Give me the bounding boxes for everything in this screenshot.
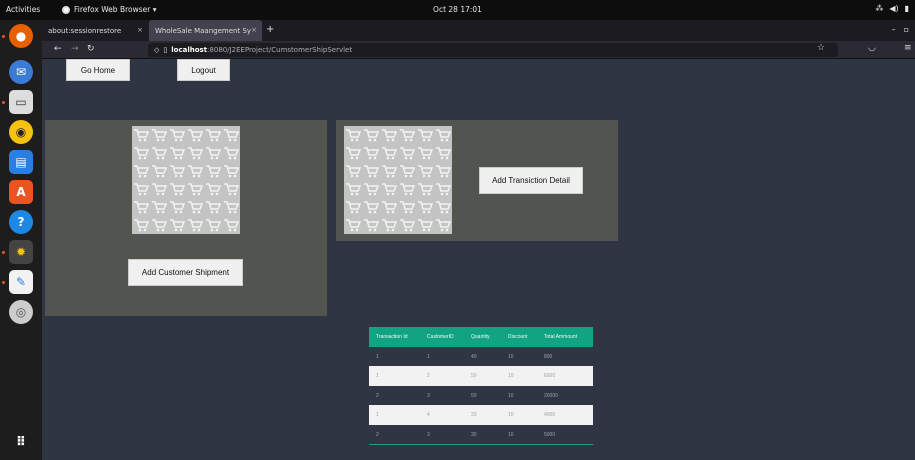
text-editor-icon[interactable]: ✎ bbox=[9, 270, 33, 294]
reload-icon[interactable]: ↻ bbox=[87, 44, 95, 54]
tab-bar: about:sessionrestore × WholeSale Maangem… bbox=[42, 20, 915, 41]
close-tab-icon[interactable]: × bbox=[251, 26, 257, 34]
header-cell: Quantity bbox=[471, 334, 490, 340]
header-cell: Total Ammount bbox=[544, 334, 578, 340]
table-row: 2 3 50 10 20000 bbox=[369, 385, 593, 405]
running-indicator bbox=[2, 101, 5, 104]
tab-label: WholeSale Maangement Sy bbox=[155, 26, 252, 35]
system-tray[interactable]: ⁂ ◀) ▮ bbox=[875, 4, 909, 13]
shopping-cart-pattern bbox=[344, 126, 452, 234]
table-cell: 10 bbox=[508, 431, 514, 438]
new-tab-icon[interactable]: + bbox=[266, 24, 274, 35]
shopping-pattern-image bbox=[344, 126, 452, 234]
shopping-cart-pattern bbox=[132, 126, 240, 234]
transaction-table: Transaction Id CustomerID Quantity Disco… bbox=[369, 327, 593, 445]
table-cell: 50 bbox=[471, 392, 477, 399]
bookmark-star-icon[interactable]: ☆ bbox=[817, 43, 825, 53]
table-cell: 1 bbox=[427, 353, 430, 360]
table-cell: 2 bbox=[376, 392, 379, 399]
shopping-pattern-image bbox=[132, 126, 240, 234]
table-cell: 10 bbox=[508, 353, 514, 360]
window-controls: – ▫ bbox=[892, 25, 909, 34]
table-cell: 10 bbox=[508, 412, 514, 418]
table-cell: 5000 bbox=[544, 431, 556, 438]
shipment-panel: Add Customer Shipment bbox=[45, 120, 327, 316]
table-cell: 1 bbox=[376, 353, 379, 360]
add-transaction-detail-button[interactable]: Add Transiction Detail bbox=[479, 167, 583, 194]
url-path: :8080/J2EEProject/CumstomerShipServlet bbox=[207, 46, 353, 54]
navigation-bar: ← → ↻ ◇ ▯ localhost:8080/J2EEProject/Cum… bbox=[42, 41, 915, 59]
maximize-icon[interactable]: ▫ bbox=[904, 25, 909, 34]
url-host: localhost bbox=[171, 46, 208, 54]
dock: ● ✉ ▭ ◉ ▤ A ? ✹ ✎ ◎ ⠿ bbox=[0, 20, 42, 460]
volume-icon: ◀) bbox=[889, 4, 899, 13]
tab-session-restore[interactable]: about:sessionrestore × bbox=[42, 20, 148, 41]
tab-wholesale[interactable]: WholeSale Maangement Sy × bbox=[149, 20, 262, 41]
network-icon: ⁂ bbox=[875, 4, 884, 13]
tab-label: about:sessionrestore bbox=[48, 26, 122, 35]
table-header-row: Transaction Id CustomerID Quantity Disco… bbox=[369, 327, 593, 347]
writer-icon[interactable]: ▤ bbox=[9, 150, 33, 174]
logout-button[interactable]: Logout bbox=[177, 59, 230, 81]
running-indicator bbox=[2, 281, 5, 284]
shield-icon: ◇ bbox=[154, 46, 160, 54]
close-tab-icon[interactable]: × bbox=[137, 26, 143, 34]
header-cell: Transaction Id bbox=[376, 334, 408, 340]
back-icon[interactable]: ← bbox=[54, 44, 62, 54]
table-row: 1 2 50 10 6000 bbox=[369, 366, 593, 386]
header-cell: Discount bbox=[508, 334, 528, 340]
table-cell: 3 bbox=[427, 431, 430, 438]
table-cell: 4 bbox=[427, 412, 430, 418]
table-cell: 4000 bbox=[544, 412, 556, 418]
show-apps-icon[interactable]: ⠿ bbox=[9, 430, 33, 454]
system-top-bar: Activities Firefox Web Browser ▾ Oct 28 … bbox=[0, 0, 915, 20]
forward-icon[interactable]: → bbox=[71, 44, 79, 54]
page-icon: ▯ bbox=[163, 46, 168, 54]
table-cell: 20 bbox=[471, 412, 477, 418]
table-row: 2 3 30 10 5000 bbox=[369, 424, 593, 444]
header-cell: CustomerID bbox=[427, 334, 454, 340]
thunderbird-icon[interactable]: ✉ bbox=[9, 60, 33, 84]
table-cell: 10 bbox=[508, 373, 514, 379]
dvd-icon[interactable]: ◎ bbox=[9, 300, 33, 324]
add-customer-shipment-button[interactable]: Add Customer Shipment bbox=[128, 259, 243, 286]
help-icon[interactable]: ? bbox=[9, 210, 33, 234]
table-cell: 6000 bbox=[544, 373, 556, 379]
table-cell: 20000 bbox=[544, 392, 558, 399]
page-content: Go Home Logout Add Customer Shipment Add… bbox=[42, 59, 915, 460]
rhythmbox-icon[interactable]: ◉ bbox=[9, 120, 33, 144]
table-row: 1 4 20 10 4000 bbox=[369, 405, 593, 425]
pocket-icon[interactable]: ◡ bbox=[868, 43, 876, 53]
table-cell: 2 bbox=[427, 373, 430, 379]
power-icon: ▮ bbox=[904, 4, 909, 13]
table-cell: 50 bbox=[471, 373, 477, 379]
table-cell: 1 bbox=[376, 373, 379, 379]
table-row: 1 1 40 10 800 bbox=[369, 346, 593, 366]
software-center-icon[interactable]: A bbox=[9, 180, 33, 204]
settings-gear-icon[interactable]: ✹ bbox=[9, 240, 33, 264]
table-cell: 2 bbox=[376, 431, 379, 438]
table-cell: 1 bbox=[376, 412, 379, 418]
table-cell: 40 bbox=[471, 353, 477, 360]
table-cell: 800 bbox=[544, 353, 553, 360]
transaction-panel: Add Transiction Detail bbox=[336, 120, 618, 241]
clock[interactable]: Oct 28 17:01 bbox=[0, 5, 915, 14]
table-cell: 3 bbox=[427, 392, 430, 399]
minimize-icon[interactable]: – bbox=[892, 25, 896, 34]
files-icon[interactable]: ▭ bbox=[9, 90, 33, 114]
firefox-dock-icon[interactable]: ● bbox=[9, 24, 33, 48]
table-cell: 30 bbox=[471, 431, 477, 438]
running-indicator bbox=[2, 251, 5, 254]
go-home-button[interactable]: Go Home bbox=[66, 59, 130, 81]
hamburger-menu-icon[interactable]: ≡ bbox=[904, 43, 912, 53]
running-indicator bbox=[2, 35, 5, 38]
table-cell: 10 bbox=[508, 392, 514, 399]
url-bar[interactable]: ◇ ▯ localhost:8080/J2EEProject/Cumstomer… bbox=[148, 43, 838, 57]
